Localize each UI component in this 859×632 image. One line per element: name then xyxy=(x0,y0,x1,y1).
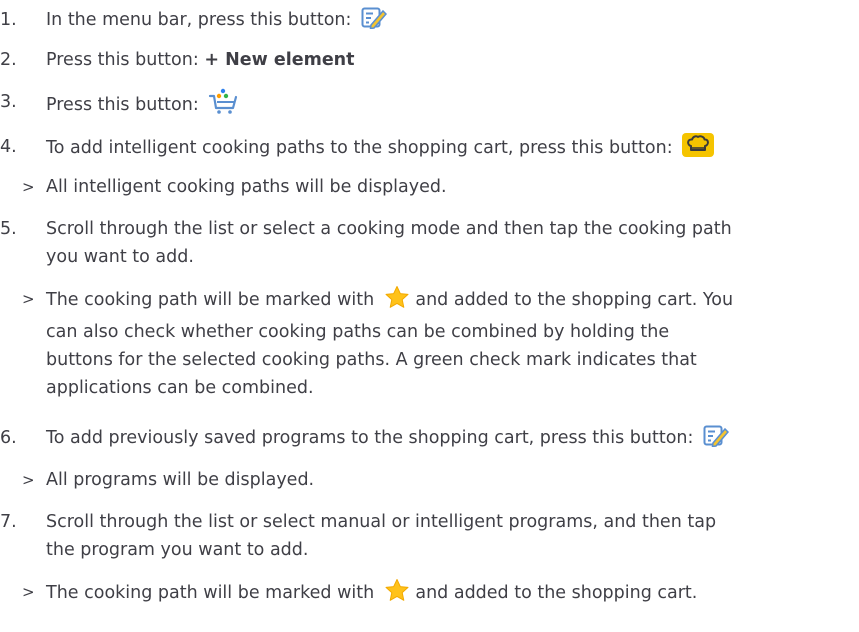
result-text: The cooking path will be marked with xyxy=(46,583,375,603)
step-text: Press this button: xyxy=(46,50,199,70)
step-number: 7. xyxy=(0,512,17,532)
step-text: To add intelligent cooking paths to the … xyxy=(46,138,673,158)
step-text-continued: you want to add. xyxy=(46,247,194,267)
step-number: 6. xyxy=(0,428,17,448)
result-text-continued: can also check whether cooking paths can… xyxy=(46,322,670,342)
step-text: Press this button: xyxy=(46,95,199,115)
edit-icon xyxy=(361,7,388,38)
result-text: All programs will be displayed. xyxy=(46,470,315,490)
result-text-continued: buttons for the selected cooking paths. … xyxy=(46,350,697,370)
step-text: In the menu bar, press this button: xyxy=(46,10,352,30)
edit-icon xyxy=(703,425,730,456)
step-text: Scroll through the list or select manual… xyxy=(46,512,717,532)
chef-hat-icon xyxy=(682,133,715,166)
step-text: To add previously saved programs to the … xyxy=(46,428,694,448)
step-number: 3. xyxy=(0,92,17,112)
new-element-label: + New element xyxy=(204,50,355,70)
result-text-after-icon: and added to the shopping cart. You xyxy=(415,290,734,310)
step-text-continued: the program you want to add. xyxy=(46,540,309,560)
result-text-continued: applications can be combined. xyxy=(46,378,314,398)
star-icon xyxy=(384,285,410,318)
step-number: 5. xyxy=(0,219,17,239)
result-text-after-icon: and added to the shopping cart. xyxy=(415,583,698,603)
step-number: 1. xyxy=(0,10,17,30)
step-text: Scroll through the list or select a cook… xyxy=(46,219,732,239)
step-number: 4. xyxy=(0,137,17,157)
shopping-cart-icon xyxy=(208,88,238,123)
star-icon xyxy=(384,578,410,611)
result-text: The cooking path will be marked with xyxy=(46,290,375,310)
step-number: 2. xyxy=(0,50,17,70)
result-text: All intelligent cooking paths will be di… xyxy=(46,177,447,197)
